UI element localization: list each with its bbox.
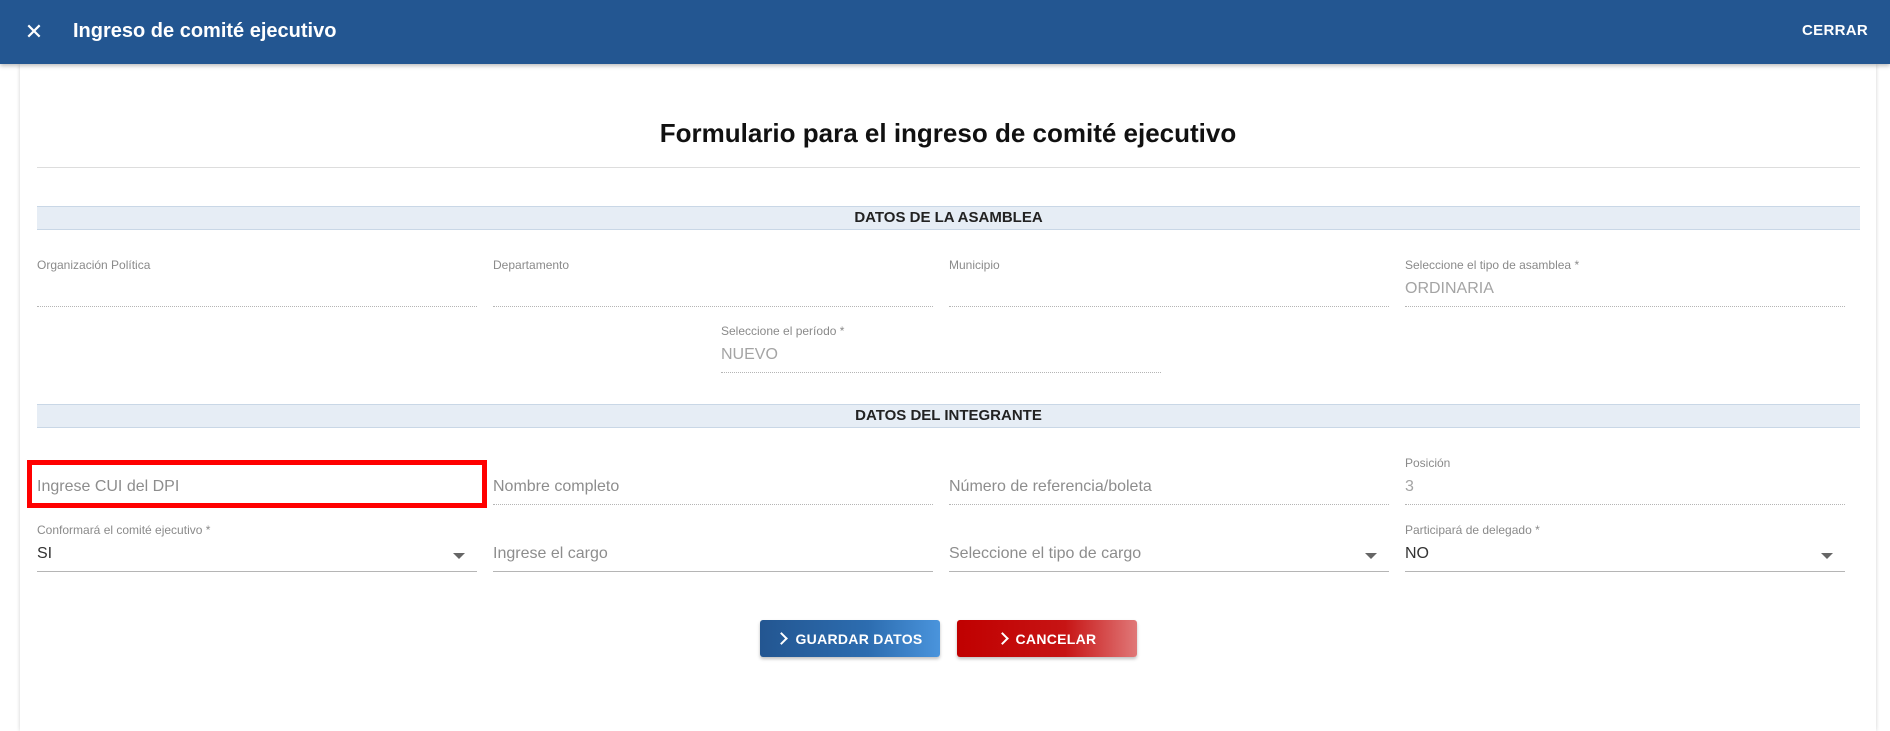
tipo-asamblea-label: Seleccione el tipo de asamblea *: [1405, 258, 1580, 272]
nombre-underline: [493, 504, 933, 505]
tipo-cargo-placeholder: Seleccione el tipo de cargo: [949, 545, 1142, 562]
nombre-input[interactable]: Nombre completo: [493, 456, 933, 512]
municipio-label: Municipio: [949, 258, 1000, 272]
cargo-placeholder: Ingrese el cargo: [493, 545, 608, 562]
form-title: Formulario para el ingreso de comité eje…: [659, 118, 1237, 148]
municipio-underline: [949, 306, 1389, 307]
chevron-right-icon: [995, 632, 1009, 645]
delegado-value: NO: [1405, 545, 1429, 562]
tipo-cargo-select[interactable]: Seleccione el tipo de cargo: [949, 523, 1389, 579]
delegado-label: Participará de delegado *: [1405, 523, 1540, 537]
dialog-title: Ingreso de comité ejecutivo: [73, 20, 337, 42]
tipo-asamblea-value: ORDINARIA: [1405, 280, 1494, 297]
cui-placeholder: Ingrese CUI del DPI: [37, 478, 180, 495]
close-icon[interactable]: ✕: [20, 18, 48, 46]
departamento-field[interactable]: Departamento: [493, 258, 933, 314]
guardar-datos-button[interactable]: GUARDAR DATOS: [760, 620, 940, 657]
conformara-label: Conformará el comité ejecutivo *: [37, 523, 211, 537]
municipio-field[interactable]: Municipio: [949, 258, 1389, 314]
departamento-label: Departamento: [493, 258, 570, 272]
cui-input[interactable]: Ingrese CUI del DPI: [37, 456, 477, 512]
delegado-underline: [1405, 571, 1845, 572]
cancelar-button[interactable]: CANCELAR: [957, 620, 1137, 657]
chevron-down-icon[interactable]: [453, 553, 465, 559]
posicion-label: Posición: [1405, 456, 1451, 470]
referencia-placeholder: Número de referencia/boleta: [949, 478, 1152, 495]
top-app-bar: ✕ Ingreso de comité ejecutivo CERRAR: [0, 0, 1890, 64]
departamento-underline: [493, 306, 933, 307]
tipo-asamblea-underline: [1405, 306, 1845, 307]
chevron-down-icon[interactable]: [1365, 553, 1377, 559]
posicion-field[interactable]: Posición 3: [1405, 456, 1845, 512]
posicion-value: 3: [1405, 478, 1414, 495]
cancelar-label: CANCELAR: [1015, 630, 1097, 647]
nombre-placeholder: Nombre completo: [493, 478, 620, 495]
organizacion-underline: [37, 306, 477, 307]
chevron-right-icon: [775, 632, 789, 645]
conformara-underline: [37, 571, 477, 572]
tipo-cargo-underline: [949, 571, 1389, 572]
periodo-underline: [721, 372, 1161, 373]
posicion-underline: [1405, 504, 1845, 505]
chevron-down-icon[interactable]: [1821, 553, 1833, 559]
title-divider: [37, 167, 1860, 168]
periodo-field[interactable]: Seleccione el período * NUEVO: [721, 324, 1161, 380]
organizacion-field[interactable]: Organización Política: [37, 258, 477, 314]
organizacion-label: Organización Política: [37, 258, 151, 272]
referencia-input[interactable]: Número de referencia/boleta: [949, 456, 1389, 512]
referencia-underline: [949, 504, 1389, 505]
cui-underline: [37, 504, 477, 505]
conformara-value: SI: [37, 545, 53, 562]
guardar-datos-label: GUARDAR DATOS: [795, 630, 923, 647]
cerrar-button[interactable]: CERRAR: [1802, 22, 1868, 39]
cargo-underline: [493, 571, 933, 572]
periodo-value: NUEVO: [721, 346, 778, 363]
periodo-label: Seleccione el período *: [721, 324, 845, 338]
conformara-select[interactable]: Conformará el comité ejecutivo * SI: [37, 523, 477, 579]
tipo-asamblea-field[interactable]: Seleccione el tipo de asamblea * ORDINAR…: [1405, 258, 1845, 314]
delegado-select[interactable]: Participará de delegado * NO: [1405, 523, 1845, 579]
cargo-input[interactable]: Ingrese el cargo: [493, 523, 933, 579]
section-header-asamblea: DATOS DE LA ASAMBLEA: [37, 206, 1860, 230]
section-header-integrante: DATOS DEL INTEGRANTE: [37, 404, 1860, 428]
form-panel: Formulario para el ingreso de comité eje…: [20, 64, 1876, 731]
